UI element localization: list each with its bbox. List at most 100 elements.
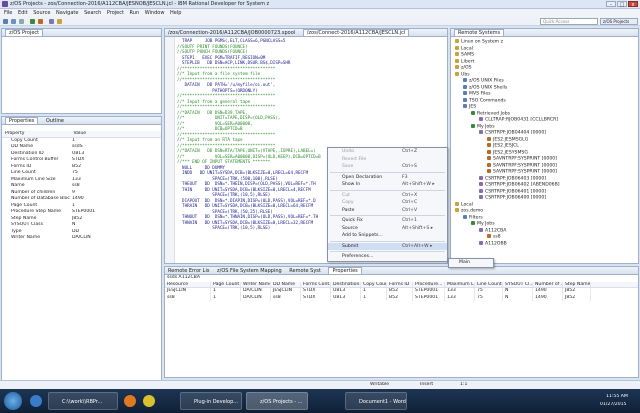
tab-spool-file[interactable]: /zos/Connection-2016/A112CBA/JOB0000723.… <box>168 30 295 36</box>
node-icon <box>479 188 483 193</box>
remote-systems-tab-header: Remote Systems <box>451 29 638 37</box>
tab-bottom-properties[interactable]: Properties <box>328 267 362 274</box>
context-menu-item[interactable]: Open Declaration F3 <box>328 174 447 182</box>
tree-item-label: CSRTRPF:JOB04404 [0000] <box>485 130 547 136</box>
menu-file[interactable]: File <box>4 10 12 16</box>
tab-outline[interactable]: Outline <box>46 118 64 124</box>
minimize-button[interactable]: - <box>606 1 616 8</box>
taskbar-zos-projects[interactable]: z/OS Projects - ... <box>246 392 308 410</box>
taskbar-explorer[interactable]: C:\\work\\RBPr... <box>48 392 118 410</box>
tree-item-label: z/OS UNIX Shells <box>469 85 508 90</box>
node-icon <box>471 221 475 225</box>
tab-remote-systems-details[interactable]: Remote Syst <box>289 268 321 274</box>
property-row[interactable]: Writer Name DA/CLIN <box>2 235 161 242</box>
tree-item-label: ss8 <box>493 234 501 240</box>
context-menu-item[interactable]: Quick Fix Ctrl+1 <box>328 217 447 225</box>
context-menu-item[interactable]: Preferences... <box>328 253 447 261</box>
menu-navigate[interactable]: Navigate <box>56 10 78 16</box>
code-text[interactable]: TRAP JOB PGMS(,ELT,CLASS=6,PGNCLASS=5//S… <box>177 38 321 231</box>
folder-icon[interactable] <box>57 19 62 24</box>
line-gutter <box>165 37 175 263</box>
tab-zos-project[interactable]: z/OS Project <box>5 29 44 36</box>
menu-item-shortcut: Ctrl+Z <box>402 149 418 154</box>
context-menu-item[interactable]: Show In Alt+Shift+W ▸ <box>328 181 447 189</box>
ie-icon[interactable] <box>30 395 42 407</box>
tree-item-label: A112CBA <box>485 228 507 233</box>
tree-item-label: JES <box>469 104 477 110</box>
tree-item-label: My Jobs <box>477 221 495 227</box>
taskbar-word[interactable]: Document1 - Word <box>345 392 407 410</box>
tab-remote-systems[interactable]: Remote Systems <box>454 29 505 36</box>
menu-run[interactable]: Run <box>130 10 140 16</box>
debug-icon[interactable] <box>38 19 43 24</box>
taskbar-plugin-develop[interactable]: Plug-in Develop... <box>180 392 242 410</box>
chrome-icon[interactable] <box>143 395 155 407</box>
menu-source[interactable]: Source <box>33 10 50 16</box>
window-title: z/OS Projects - zos/Connection-2016/A112… <box>10 1 270 7</box>
firefox-icon[interactable] <box>124 395 136 407</box>
save-icon[interactable] <box>11 19 16 24</box>
remote-systems-pane: Remote Systems Linux on System z Local SAM… <box>450 28 639 264</box>
print-icon[interactable] <box>19 19 24 24</box>
clock-time: 11:55 AM <box>606 394 628 399</box>
tree-item-label: CSRTRPF:JOB06402 [ABEND06B] <box>485 182 560 188</box>
menu-help[interactable]: Help <box>170 10 181 16</box>
tree-item-label: CSRTRPF:JOB06400 [0000] <box>485 195 547 201</box>
menu-search[interactable]: Search <box>84 10 101 16</box>
search-icon[interactable] <box>49 19 54 24</box>
context-menu-item[interactable]: Paste Ctrl+V <box>328 207 447 215</box>
menu-item-label: Show In <box>342 182 361 187</box>
context-menu-item[interactable]: Submit Ctrl+Alt+W ▸ <box>328 242 447 250</box>
context-menu-item[interactable]: Undo Ctrl+Z <box>328 148 447 156</box>
menu-item-label: Cut <box>342 192 350 198</box>
code-line: THRAIN DD UNIT=SYSDA,DCB=(BLKSIZE=0,LREC… <box>177 203 314 208</box>
tree-item[interactable]: A112OBB <box>451 240 638 248</box>
main-toolbar: Quick Access z/OS Projects <box>0 17 640 26</box>
menu-item-label: Paste <box>342 207 355 213</box>
run-icon[interactable] <box>30 19 35 24</box>
menu-separator <box>330 189 445 191</box>
context-menu-item[interactable]: Copy Ctrl+C <box>328 199 447 207</box>
menu-item-label: Add to Snippets... <box>342 233 383 238</box>
tab-remote-error-list[interactable]: Remote Error Lis <box>168 268 209 274</box>
table-cell: 1 <box>361 294 387 301</box>
context-menu-item[interactable]: Add to Snippets... <box>328 232 447 240</box>
tab-properties[interactable]: Properties <box>5 117 39 124</box>
context-menu-item[interactable]: Cut Ctrl+X <box>328 192 447 200</box>
bottom-tab-header: Remote Error Lis z/OS File System Mappin… <box>165 267 638 275</box>
menu-item-label: Open Declaration <box>342 174 383 180</box>
bottom-properties-pane: Remote Error Lis z/OS File System Mappin… <box>164 266 639 378</box>
maximize-button[interactable]: □ <box>617 1 627 8</box>
menu-edit[interactable]: Edit <box>18 10 28 16</box>
context-menu-item[interactable]: Save Ctrl+S <box>328 163 447 171</box>
node-icon <box>455 45 459 50</box>
node-icon <box>479 175 483 180</box>
quick-access-input[interactable]: Quick Access <box>540 18 598 25</box>
new-icon[interactable] <box>3 19 8 24</box>
node-icon <box>463 84 467 89</box>
table-row[interactable]: ss8 1 DA/CLIN ss8 STDX U813 1 B52 STEP0001 133 75 N… <box>165 294 638 301</box>
menu-item-shortcut: Ctrl+V <box>402 207 418 213</box>
table-cell: ss8 <box>271 294 301 301</box>
menu-item-label: Submit <box>342 243 359 249</box>
context-menu-item[interactable]: Revert File <box>328 156 447 164</box>
tree-item-label: SAVNTRPF:SYSPRINT [0000] <box>493 169 557 175</box>
tree-item-label: SAVNTRPF:SYSPRINT [0000] <box>493 156 557 162</box>
properties-tab-header: Properties Outline <box>2 117 161 125</box>
title-bar: z/OS Projects - zos/Connection-2016/A112… <box>0 0 640 9</box>
tab-zos-file-mapping[interactable]: z/OS File System Mapping <box>217 268 282 274</box>
context-menu-item[interactable]: Source Alt+Shift+S ▸ <box>328 225 447 233</box>
submenu-item-main[interactable]: Main <box>449 259 493 267</box>
tab-jescln-jcl[interactable]: /zos/Connect-2016/A112CBA/JESCLN.jcl <box>302 29 410 36</box>
perspective-button[interactable]: z/OS Projects <box>600 18 638 25</box>
menu-project[interactable]: Project <box>107 10 124 16</box>
menu-window[interactable]: Window <box>145 10 165 16</box>
close-button[interactable]: x <box>628 1 638 8</box>
start-button[interactable] <box>4 392 22 410</box>
tree-item-label: TSO Commands <box>469 98 506 103</box>
status-bar: Writable Insert 1:1 <box>0 380 640 389</box>
menu-item-shortcut: Alt+Shift+S ▸ <box>402 225 434 231</box>
node-icon <box>455 71 459 76</box>
node-icon <box>455 52 459 56</box>
menu-item-shortcut: Ctrl+X <box>402 192 418 198</box>
